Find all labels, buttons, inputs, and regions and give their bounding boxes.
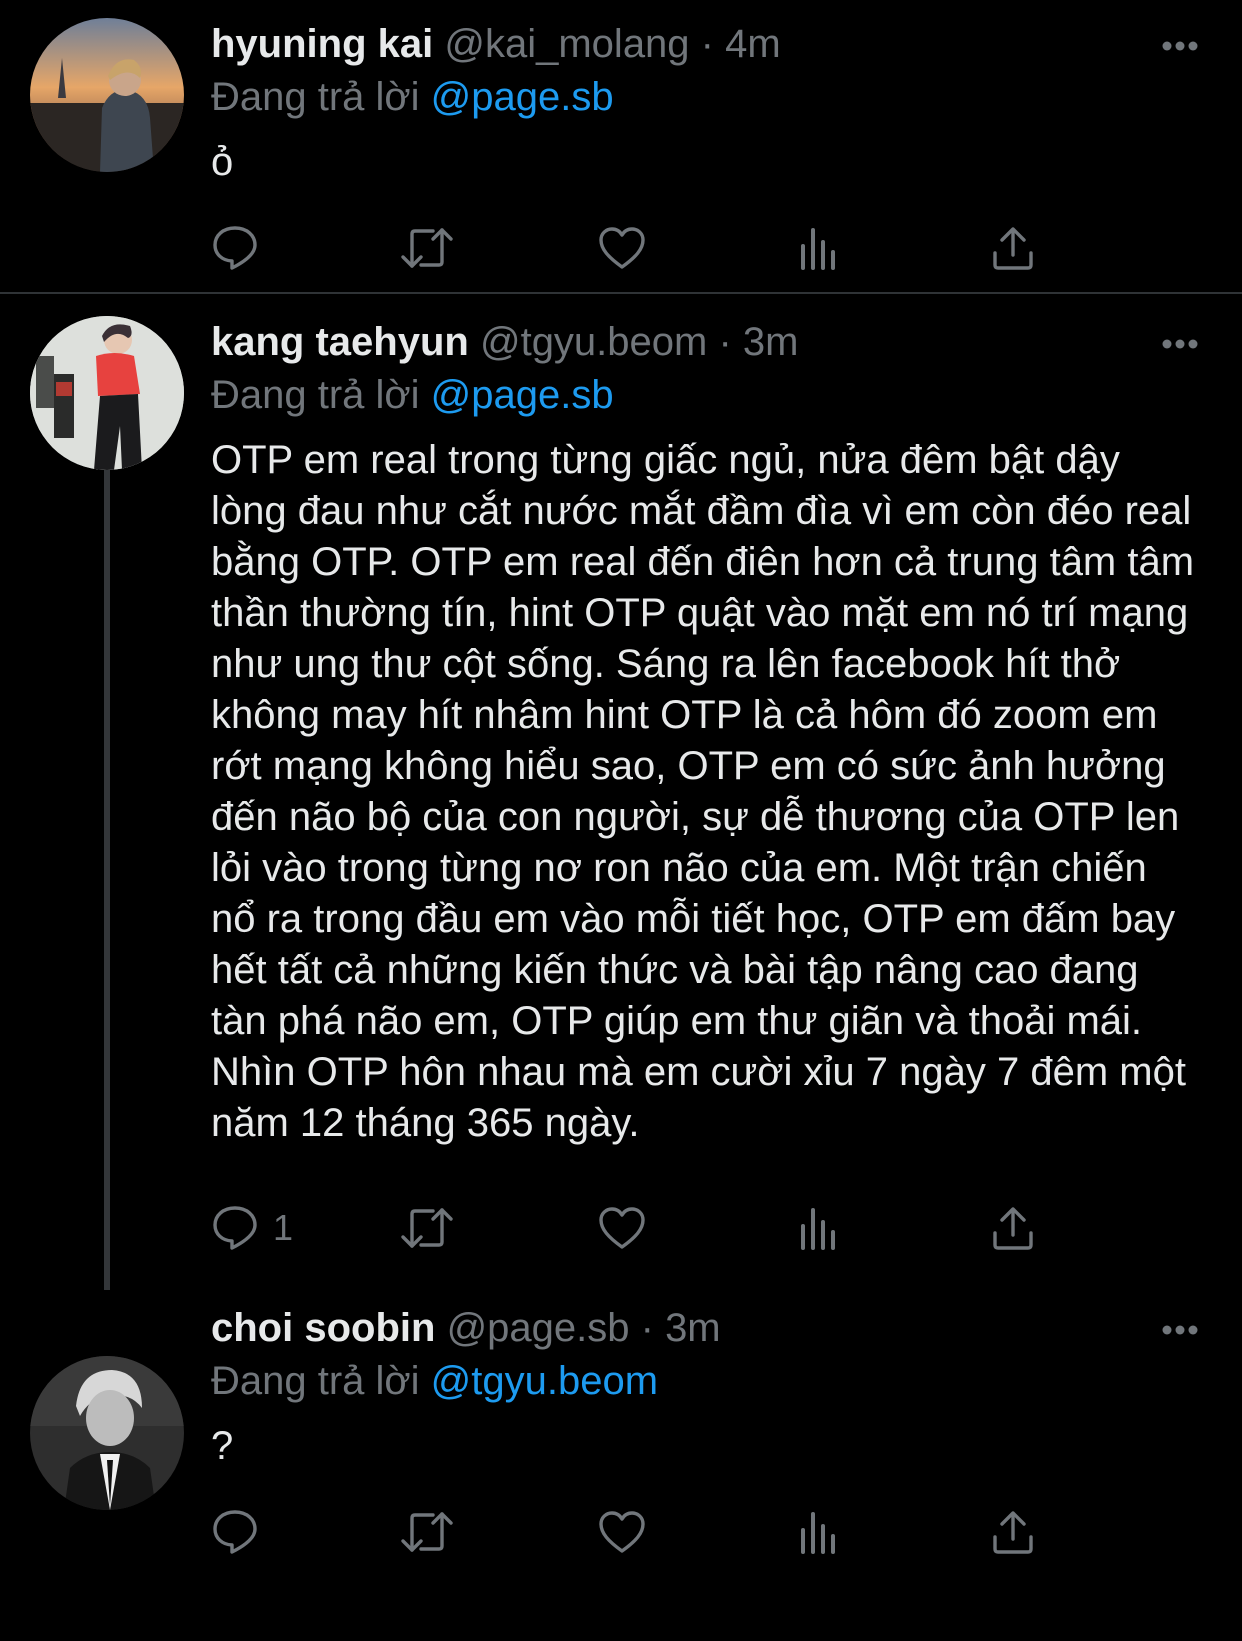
avatar[interactable] [30, 316, 184, 470]
separator: · [629, 1306, 666, 1350]
display-name[interactable]: kang taehyun [211, 320, 469, 364]
heart-icon [599, 1207, 645, 1249]
share-button[interactable] [991, 1506, 1035, 1558]
handle[interactable]: @tgyu.beom [480, 320, 707, 364]
avatar[interactable] [30, 1356, 184, 1510]
reply-icon [213, 226, 257, 270]
separator: · [689, 22, 726, 66]
like-button[interactable] [598, 1202, 646, 1254]
reply-prefix: Đang trả lời [211, 75, 431, 119]
mention-link[interactable]: @page.sb [431, 75, 614, 119]
mention-link[interactable]: @page.sb [431, 373, 614, 417]
display-name[interactable]: hyuning kai [211, 22, 433, 66]
reply-prefix: Đang trả lời [211, 1359, 431, 1403]
avatar-image [30, 1356, 184, 1510]
views-button[interactable] [798, 222, 838, 274]
reply-button[interactable] [211, 222, 273, 274]
reply-button[interactable]: 1 [211, 1202, 293, 1254]
tweet[interactable]: kang taehyun @tgyu.beom · 3m Đang trả lờ… [0, 294, 1242, 1290]
reply-context: Đang trả lời @tgyu.beom [211, 1357, 1202, 1405]
action-bar: 1 [211, 1202, 1091, 1254]
avatar-image [30, 316, 184, 470]
timestamp[interactable]: 4m [725, 22, 781, 66]
mention-link[interactable]: @tgyu.beom [431, 1359, 658, 1403]
tweet[interactable]: hyuning kai @kai_molang · 4m Đang trả lờ… [0, 0, 1242, 292]
timestamp[interactable]: 3m [665, 1306, 721, 1350]
more-icon [1162, 41, 1198, 51]
retweet-button[interactable] [399, 1506, 455, 1558]
action-bar [211, 222, 1091, 274]
more-icon [1162, 1325, 1198, 1335]
retweet-icon [401, 228, 453, 268]
handle[interactable]: @kai_molang [444, 22, 689, 66]
retweet-icon [401, 1512, 453, 1552]
tweet[interactable]: choi soobin @page.sb · 3m Đang trả lời @… [0, 1290, 1242, 1641]
avatar-image [30, 18, 184, 172]
reply-icon [213, 1206, 257, 1250]
reply-button[interactable] [211, 1506, 273, 1558]
views-button[interactable] [798, 1506, 838, 1558]
share-button[interactable] [991, 1202, 1035, 1254]
reply-prefix: Đang trả lời [211, 373, 431, 417]
reply-count: 1 [273, 1207, 294, 1248]
retweet-icon [401, 1208, 453, 1248]
reply-icon [213, 1510, 257, 1554]
heart-icon [599, 227, 645, 269]
action-bar [211, 1506, 1091, 1558]
tweet-text: OTP em real trong từng giấc ngủ, nửa đêm… [211, 438, 1195, 1145]
retweet-button[interactable] [399, 1202, 455, 1254]
display-name[interactable]: choi soobin [211, 1306, 435, 1350]
like-button[interactable] [598, 1506, 646, 1558]
handle[interactable]: @page.sb [447, 1306, 630, 1350]
share-icon [993, 227, 1033, 270]
reply-context: Đang trả lời @page.sb [211, 371, 1202, 419]
thread-connector [104, 470, 110, 1290]
analytics-icon [801, 1208, 835, 1250]
share-icon [993, 1207, 1033, 1250]
share-button[interactable] [991, 222, 1035, 274]
share-icon [993, 1511, 1033, 1554]
more-icon [1162, 339, 1198, 349]
more-button[interactable] [1162, 40, 1198, 52]
like-button[interactable] [598, 222, 646, 274]
tweet-text: ỏ [211, 140, 234, 184]
analytics-icon [801, 228, 835, 270]
heart-icon [599, 1511, 645, 1553]
tweet-text: ? [211, 1424, 234, 1468]
more-button[interactable] [1162, 1324, 1198, 1336]
more-button[interactable] [1162, 338, 1198, 350]
separator: · [707, 320, 743, 364]
analytics-icon [801, 1512, 835, 1554]
timestamp[interactable]: 3m [743, 320, 799, 364]
views-button[interactable] [798, 1202, 838, 1254]
avatar[interactable] [30, 18, 184, 172]
reply-context: Đang trả lời @page.sb [211, 73, 1202, 121]
retweet-button[interactable] [399, 222, 455, 274]
